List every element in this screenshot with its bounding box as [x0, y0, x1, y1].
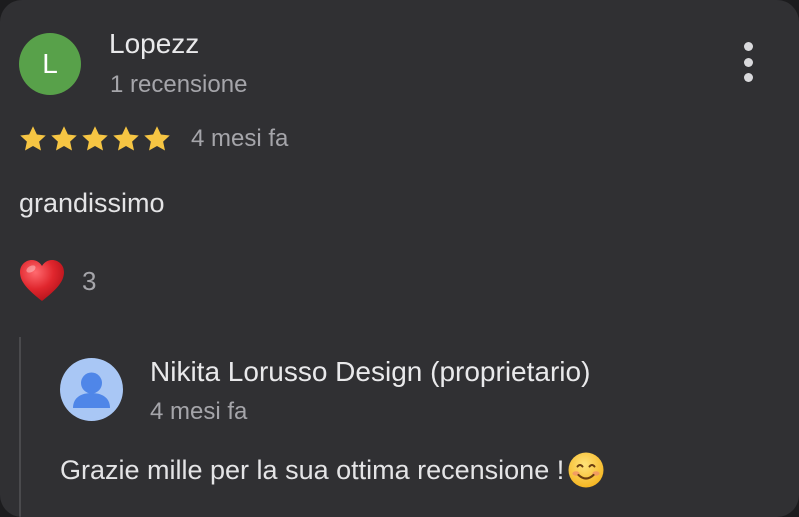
star-icon: [51, 126, 77, 151]
review-text: grandissimo: [19, 188, 165, 218]
heart-icon: [20, 260, 64, 301]
review-card: L Lopezz 1 recensione 4 mesi fa grandiss…: [0, 0, 799, 517]
author-initial: L: [42, 48, 58, 79]
author-review-count: 1 recensione: [110, 71, 248, 98]
star-rating: [18, 124, 172, 154]
star-icon: [82, 126, 108, 151]
star-icon: [113, 126, 139, 151]
reaction-button[interactable]: 3: [18, 256, 96, 306]
person-icon: [73, 372, 110, 408]
reply-divider: [19, 337, 21, 517]
review-time: 4 mesi fa: [191, 125, 289, 152]
reaction-count: 3: [82, 265, 97, 296]
star-icon: [20, 126, 46, 151]
more-vertical-icon: [743, 42, 753, 51]
more-vertical-icon-dot: [743, 73, 753, 82]
owner-avatar[interactable]: [60, 358, 123, 421]
star-icon: [144, 126, 170, 151]
smiling-face-icon: [568, 452, 604, 488]
more-options-button[interactable]: [733, 40, 763, 84]
owner-name[interactable]: Nikita Lorusso Design (proprietario): [150, 356, 590, 388]
author-name[interactable]: Lopezz: [109, 28, 199, 60]
owner-reply-text: Grazie mille per la sua ottima recension…: [60, 451, 605, 489]
author-avatar[interactable]: L: [19, 33, 81, 95]
owner-reply-time: 4 mesi fa: [150, 398, 248, 425]
rating-row: 4 mesi fa: [18, 122, 288, 156]
more-vertical-icon-dot: [743, 57, 753, 67]
owner-reply-message: Grazie mille per la sua ottima recension…: [60, 454, 565, 485]
